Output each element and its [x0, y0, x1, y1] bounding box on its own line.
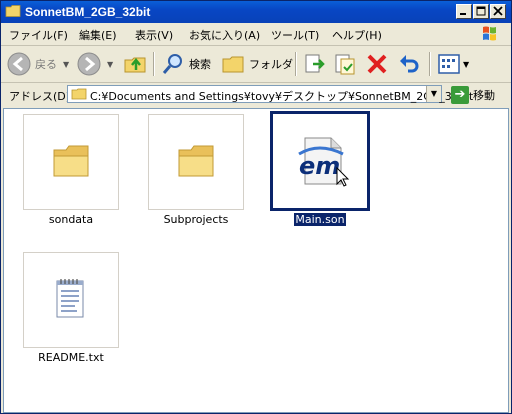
- svg-text:em: em: [299, 152, 340, 180]
- chevron-down-icon: ▼: [430, 89, 438, 98]
- menu-file[interactable]: ファイル(F): [9, 27, 68, 43]
- forward-button[interactable]: ▼: [77, 50, 113, 78]
- file-item-subprojects[interactable]: [148, 114, 244, 210]
- undo-button[interactable]: [397, 50, 421, 78]
- menu-favorites[interactable]: お気に入り(A): [189, 27, 260, 43]
- search-label: 検索: [189, 58, 211, 71]
- delete-button[interactable]: [365, 50, 389, 78]
- views-dropdown-icon[interactable]: ▼: [463, 60, 469, 69]
- undo-icon: [400, 55, 419, 73]
- folders-icon: [222, 56, 244, 73]
- up-folder-button[interactable]: [123, 50, 147, 78]
- toolbar-separator: [429, 52, 430, 76]
- folder-icon: [53, 145, 89, 177]
- menu-bar: ファイル(F) 編集(E) 表示(V) お気に入り(A) ツール(T) ヘルプ(…: [1, 23, 511, 46]
- file-label: sondata: [48, 213, 94, 226]
- toolbar: 戻る ▼ ▼ 検索 フォルダ ▼: [1, 46, 511, 83]
- em-file-icon: em: [298, 137, 350, 187]
- minimize-button[interactable]: [456, 4, 472, 19]
- file-item-main-son[interactable]: em: [270, 111, 370, 211]
- minimize-icon: [460, 13, 466, 15]
- folders-label: フォルダ: [249, 58, 293, 71]
- menu-view[interactable]: 表示(V): [135, 27, 173, 43]
- menu-edit[interactable]: 編集(E): [79, 27, 117, 43]
- close-button[interactable]: [490, 4, 506, 19]
- back-button[interactable]: 戻る ▼: [7, 50, 69, 78]
- back-arrow-icon: [7, 52, 31, 76]
- address-input[interactable]: C:¥Documents and Settings¥tovy¥デスクトップ¥So…: [67, 85, 473, 103]
- go-label: 移動: [473, 89, 495, 102]
- folder-icon: [178, 145, 214, 177]
- move-to-button[interactable]: [303, 50, 327, 78]
- file-item-readme[interactable]: [23, 252, 119, 348]
- forward-dropdown-icon[interactable]: ▼: [107, 60, 113, 69]
- title-bar[interactable]: SonnetBM_2GB_32bit: [1, 1, 511, 23]
- views-button[interactable]: ▼: [437, 50, 469, 78]
- folders-button[interactable]: フォルダ: [221, 50, 293, 78]
- close-icon: [493, 6, 503, 16]
- copy-to-button[interactable]: [333, 50, 357, 78]
- address-dropdown-button[interactable]: ▼: [426, 86, 441, 102]
- address-bar: アドレス(D) C:¥Documents and Settings¥tovy¥デ…: [1, 83, 511, 107]
- move-to-icon: [305, 54, 325, 73]
- file-view[interactable]: sondata Subprojects em Main.son README.t…: [3, 108, 509, 413]
- file-label: Subprojects: [163, 213, 229, 226]
- file-label: README.txt: [38, 351, 104, 364]
- file-label: Main.son: [293, 212, 347, 227]
- explorer-window: SonnetBM_2GB_32bit ファイル(F) 編集(E) 表示(V) お…: [0, 0, 512, 414]
- forward-arrow-icon: [77, 52, 101, 76]
- menu-help[interactable]: ヘルプ(H): [332, 27, 382, 43]
- maximize-icon: [476, 6, 486, 16]
- text-file-icon: [56, 279, 84, 318]
- folder-icon: [71, 88, 87, 100]
- delete-x-icon: [367, 54, 387, 74]
- views-icon: [438, 54, 460, 74]
- search-button[interactable]: 検索: [161, 50, 211, 78]
- go-arrow-icon: ➔: [451, 86, 469, 104]
- menu-tools[interactable]: ツール(T): [271, 27, 319, 43]
- search-icon: [162, 54, 182, 74]
- copy-to-icon: [335, 54, 355, 75]
- address-label: アドレス(D): [9, 90, 71, 103]
- window-title: SonnetBM_2GB_32bit: [25, 5, 151, 19]
- go-button[interactable]: ➔ 移動: [451, 85, 495, 105]
- back-dropdown-icon[interactable]: ▼: [63, 60, 69, 69]
- toolbar-separator: [295, 52, 296, 76]
- maximize-button[interactable]: [473, 4, 489, 19]
- up-folder-icon: [124, 57, 146, 73]
- toolbar-separator: [153, 52, 154, 76]
- address-path: C:¥Documents and Settings¥tovy¥デスクトップ¥So…: [90, 90, 474, 103]
- back-label: 戻る: [35, 58, 57, 71]
- file-item-sondata[interactable]: [23, 114, 119, 210]
- folder-icon: [5, 5, 21, 17]
- windows-logo-icon: [475, 24, 505, 44]
